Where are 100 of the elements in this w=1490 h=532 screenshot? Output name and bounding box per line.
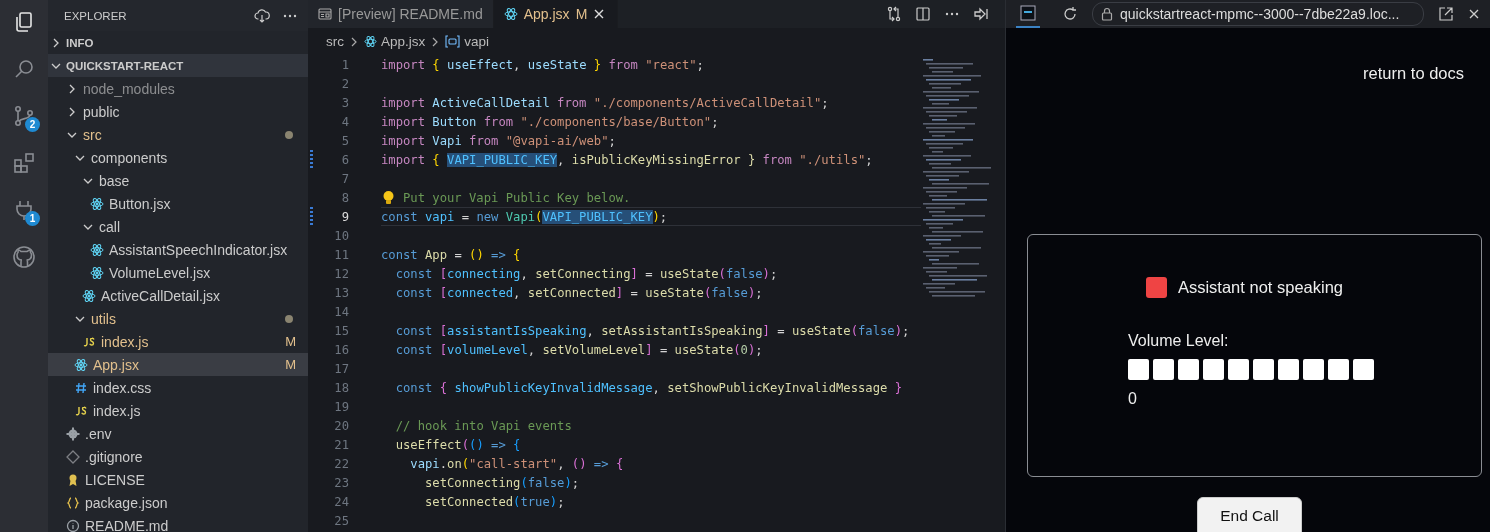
tree-item[interactable]: public [48, 100, 308, 123]
tree-item[interactable]: node_modules [48, 77, 308, 100]
editor-tab[interactable]: App.jsx M [493, 0, 619, 28]
cloud-download-icon[interactable] [254, 7, 270, 24]
file-name: VolumeLevel.jsx [109, 264, 212, 281]
code-line: Put your Vapi Public Key below. [403, 190, 631, 205]
file-name: LICENSE [85, 471, 146, 488]
activity-item[interactable]: 1 [0, 192, 48, 228]
braces-icon [66, 495, 80, 510]
lock-icon [1101, 7, 1113, 21]
chevron-icon [349, 36, 359, 47]
file-name: .gitignore [85, 448, 144, 465]
variable-icon [445, 35, 461, 48]
line-number: 7 [340, 171, 350, 186]
react-icon [364, 35, 377, 48]
extensions-icon [12, 151, 36, 175]
line-number: 8 [340, 190, 350, 205]
code-line: vapi.on("call-start", () => { [409, 456, 624, 471]
tree-item[interactable]: Button.jsx [48, 192, 308, 215]
line-number: 20 [333, 418, 350, 433]
open-external-icon[interactable] [1438, 6, 1454, 22]
code-line: import Vapi from "@vapi-ai/web"; [381, 133, 616, 148]
tree-item[interactable]: VolumeLevel.jsx [48, 261, 308, 284]
volume-reading: 0 [1128, 390, 1138, 408]
end-call-button[interactable]: End Call [1197, 497, 1302, 532]
editor-tab[interactable]: [Preview] README.md [308, 0, 494, 28]
tree-item[interactable]: components [48, 146, 308, 169]
tree-item[interactable]: README.md [48, 514, 308, 532]
reload-icon[interactable] [1062, 6, 1078, 22]
line-number: 23 [333, 475, 350, 490]
file-name: package.json [85, 494, 169, 511]
breadcrumb-item[interactable]: vapi [445, 34, 490, 49]
file-name: AssistantSpeechIndicator.jsx [109, 241, 289, 258]
line-number: 21 [333, 437, 350, 452]
line-number: 6 [340, 152, 350, 167]
code-line: const vapi = new Vapi(VAPI_PUBLIC_KEY); [381, 209, 668, 224]
code-line: const { showPublicKeyInvalidMessage, setShowPublicKeyInvalidMessage } [394, 380, 902, 395]
tree-item[interactable]: index.js [48, 399, 308, 422]
close-icon[interactable] [1468, 8, 1480, 20]
section-header[interactable]: INFO [48, 31, 308, 54]
github-icon [12, 245, 36, 269]
breadcrumb-item[interactable]: src [326, 34, 344, 49]
code-line: const [assistantIsSpeaking, setAssistantIsSpeaking] = useState(false); [394, 323, 910, 338]
react-icon [503, 7, 518, 21]
info-icon [66, 518, 80, 532]
lightbulb-icon[interactable] [381, 189, 396, 206]
file-name: ActiveCallDetail.jsx [101, 287, 222, 304]
line-number: 24 [333, 494, 350, 509]
diamond-icon [66, 449, 80, 464]
line-number: 9 [340, 209, 350, 224]
url-field[interactable]: quickstartreact-mpmc--3000--7dbe22a9.loc... [1092, 2, 1424, 26]
close-icon[interactable] [593, 8, 606, 20]
hash-icon [74, 380, 88, 395]
tree-item[interactable]: ActiveCallDetail.jsx [48, 284, 308, 307]
code-line: const [connected, setConnected] = useState(false); [394, 285, 763, 300]
tree-item[interactable]: .env [48, 422, 308, 445]
arrow-right-bar-icon[interactable] [973, 6, 989, 22]
return-link[interactable]: return to docs [1363, 64, 1464, 84]
file-name: index.js [93, 402, 142, 419]
file-name: App.jsx [93, 356, 140, 373]
split-editor-icon[interactable] [915, 6, 931, 22]
compare-icon[interactable] [886, 6, 902, 22]
code-line: setConnecting(false); [424, 475, 580, 490]
file-name: public [83, 103, 121, 120]
tree-item[interactable]: index.css [48, 376, 308, 399]
tree-item[interactable]: call [48, 215, 308, 238]
tree-item[interactable]: LICENSE [48, 468, 308, 491]
tree-item[interactable]: src [48, 123, 308, 146]
tree-item[interactable]: base [48, 169, 308, 192]
line-number: 13 [333, 285, 350, 300]
tree-item[interactable]: index.js M [48, 330, 308, 353]
tree-item[interactable]: AssistantSpeechIndicator.jsx [48, 238, 308, 261]
line-number: 14 [333, 304, 350, 319]
code-line: setConnected(true); [424, 494, 565, 509]
line-number: 1 [340, 57, 350, 72]
notification-badge: 1 [25, 211, 40, 226]
line-number: 22 [333, 456, 350, 471]
code-line: const [connecting, setConnecting] = useState(false); [394, 266, 778, 281]
file-name: components [91, 149, 169, 166]
section-title: QUICKSTART-REACT [66, 59, 184, 72]
branch-icon [12, 104, 36, 128]
activity-item[interactable]: 2 [0, 98, 48, 134]
line-number: 25 [333, 513, 350, 528]
file-name: utils [91, 310, 117, 327]
line-number: 5 [340, 133, 350, 148]
preview-icon [318, 7, 332, 21]
code-line: import { VAPI_PUBLIC_KEY, isPublicKeyMissingError } from "./utils"; [381, 152, 873, 167]
tree-item[interactable]: .gitignore [48, 445, 308, 468]
breadcrumb-item[interactable]: App.jsx [364, 34, 426, 49]
tree-item[interactable]: utils [48, 307, 308, 330]
file-name: src [83, 126, 103, 143]
tree-item[interactable]: package.json [48, 491, 308, 514]
line-number: 12 [333, 266, 350, 281]
code-line: const [volumeLevel, setVolumeLevel] = useState(0); [394, 342, 763, 357]
tree-item[interactable]: App.jsx M [48, 353, 308, 376]
status-text: Assistant not speaking [1177, 278, 1344, 297]
modified-dot [285, 314, 293, 323]
section-header[interactable]: QUICKSTART-REACT [48, 54, 308, 77]
code-line: import Button from "./components/base/Button"; [381, 114, 719, 129]
modified-dot [285, 130, 293, 139]
